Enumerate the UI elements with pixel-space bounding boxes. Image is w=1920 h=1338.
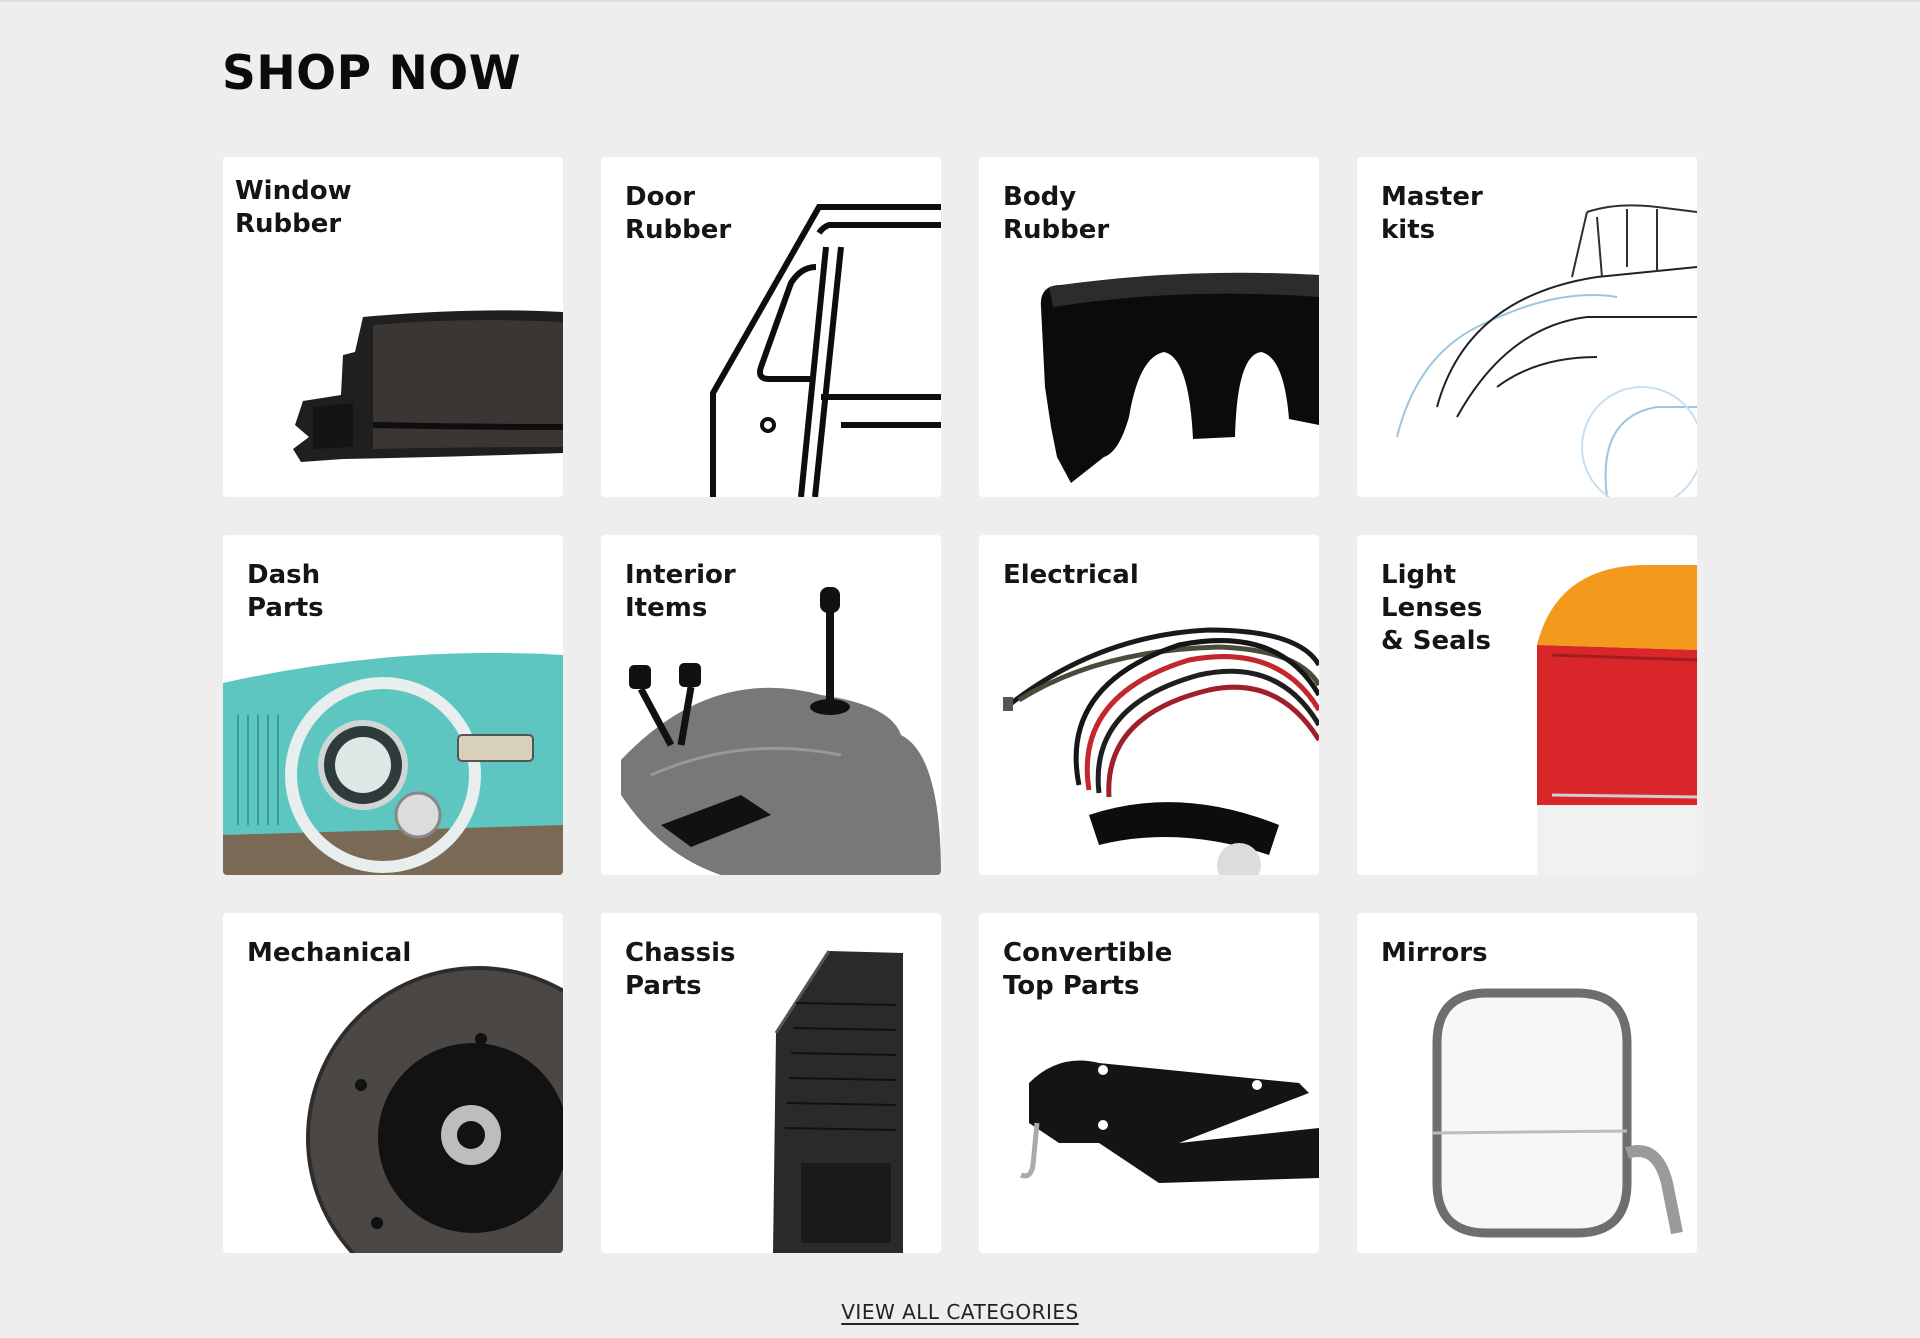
category-card-mechanical[interactable]: Mechanical	[223, 913, 563, 1253]
category-card-convertible-top[interactable]: Convertible Top Parts	[979, 913, 1319, 1253]
category-label: Interior Items	[625, 560, 736, 623]
category-label: Light Lenses & Seals	[1381, 560, 1492, 656]
category-card-master-kits[interactable]: Master kits	[1357, 157, 1697, 497]
category-grid: Window Rubber Door Rubber Body Rubber Ma…	[223, 157, 1698, 1255]
top-divider	[0, 0, 1920, 2]
category-card-window-rubber[interactable]: Window Rubber	[223, 157, 563, 497]
category-card-dash-parts[interactable]: Dash Parts	[223, 535, 563, 875]
category-card-door-rubber[interactable]: Door Rubber	[601, 157, 941, 497]
view-all-categories-link[interactable]: VIEW ALL CATEGORIES	[0, 1300, 1920, 1324]
category-label: Electrical	[1003, 560, 1139, 590]
section-title: SHOP NOW	[222, 46, 522, 101]
category-card-mirrors[interactable]: Mirrors	[1357, 913, 1697, 1253]
category-card-chassis-parts[interactable]: Chassis Parts	[601, 913, 941, 1253]
category-card-interior-items[interactable]: Interior Items	[601, 535, 941, 875]
category-label: Chassis Parts	[625, 938, 736, 1001]
category-card-body-rubber[interactable]: Body Rubber	[979, 157, 1319, 497]
category-label: Body Rubber	[1003, 182, 1110, 245]
category-label: Mirrors	[1381, 938, 1488, 968]
category-label: Mechanical	[247, 938, 412, 968]
category-label: Convertible Top Parts	[1003, 938, 1173, 1001]
category-label: Dash Parts	[247, 560, 324, 623]
category-card-electrical[interactable]: Electrical	[979, 535, 1319, 875]
category-label: Door Rubber	[625, 182, 732, 245]
category-card-light-lenses[interactable]: Light Lenses & Seals	[1357, 535, 1697, 875]
category-label: Window Rubber	[235, 176, 352, 239]
category-label: Master kits	[1381, 182, 1483, 245]
